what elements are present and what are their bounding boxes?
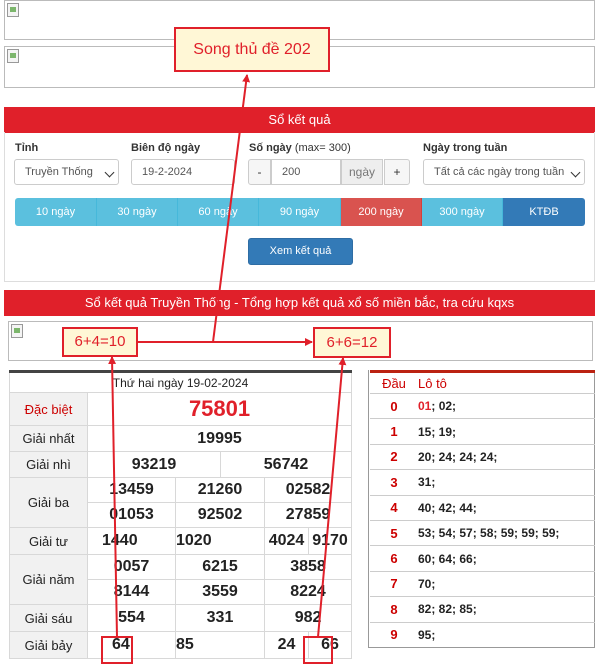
- sum-note-right: 6+6=12: [313, 327, 391, 358]
- arrow-right-up: [317, 357, 347, 638]
- highlight-box-64: [101, 636, 133, 664]
- arrow-left-up: [108, 356, 118, 638]
- top-note-box: Song thủ đề 202: [174, 27, 330, 72]
- arrow-to-top-note: [212, 74, 251, 343]
- highlight-box-66: [303, 636, 333, 664]
- sum-note-left: 6+4=10: [62, 327, 138, 357]
